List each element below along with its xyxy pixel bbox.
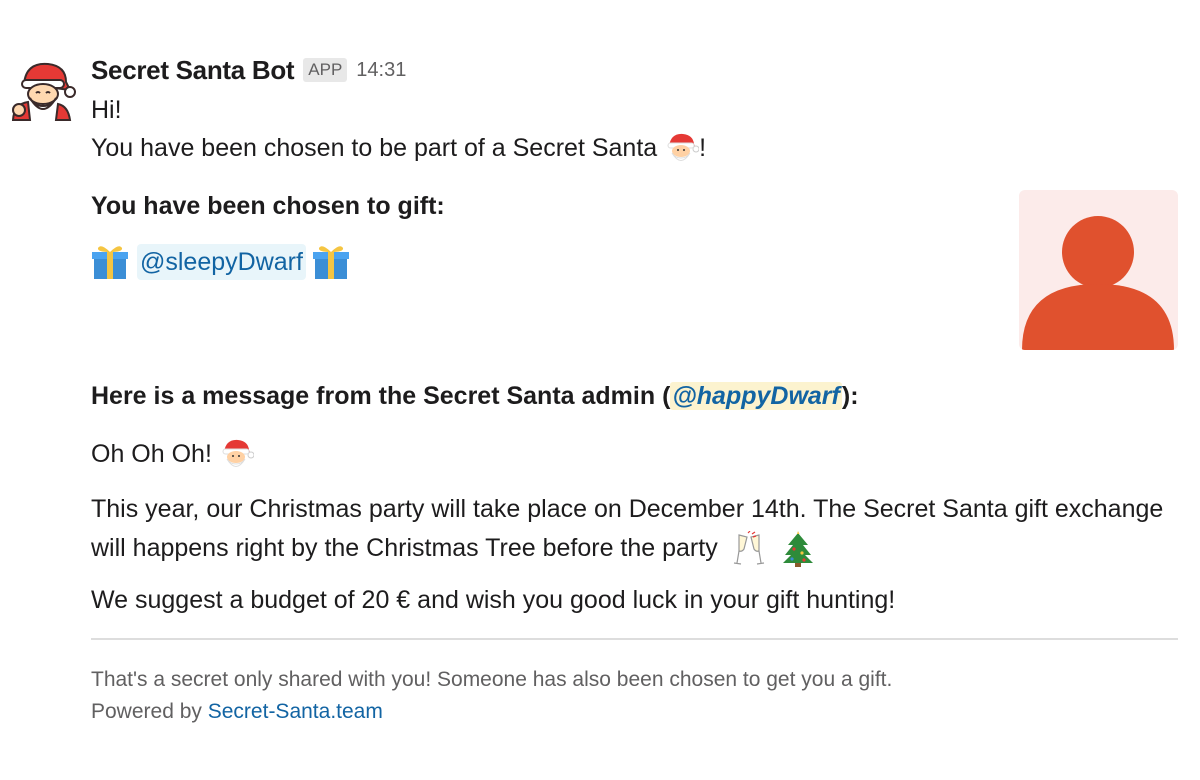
message-content: Secret Santa Bot APP 14:31 Hi! You have …: [91, 54, 1181, 728]
recipient-row: @sleepyDwarf: [91, 242, 1181, 282]
chosen-text: You have been chosen to be part of a Sec…: [91, 134, 658, 162]
santa-icon: [222, 439, 254, 467]
message-header: Secret Santa Bot APP 14:31: [91, 54, 1181, 86]
sender-name[interactable]: Secret Santa Bot: [91, 55, 295, 86]
message-timestamp[interactable]: 14:31: [356, 59, 406, 82]
champagne-icon: [733, 531, 764, 565]
party-paragraph: This year, our Christmas party will take…: [91, 490, 1181, 568]
party-text: This year, our Christmas party will take…: [91, 495, 1164, 562]
admin-greeting-line: Oh Oh Oh!: [91, 436, 1181, 472]
gift-icon: [92, 246, 128, 279]
christmas-tree-icon: [782, 531, 813, 568]
footer-divider: [91, 638, 1178, 640]
bot-message: Secret Santa Bot APP 14:31 Hi! You have …: [0, 0, 1200, 780]
chosen-line: You have been chosen to be part of a Sec…: [91, 130, 1181, 166]
secret-santa-team-link[interactable]: Secret-Santa.team: [208, 700, 383, 723]
gift-icon: [312, 246, 349, 279]
recipient-mention[interactable]: @sleepyDwarf: [137, 244, 306, 280]
admin-greeting: Oh Oh Oh!: [91, 440, 212, 468]
message-footer: That's a secret only shared with you! So…: [91, 664, 1181, 728]
chosen-suffix: !: [699, 134, 707, 162]
admin-header-suffix: ):: [841, 382, 859, 410]
app-badge: APP: [303, 58, 348, 82]
budget-paragraph: We suggest a budget of 20 € and wish you…: [91, 586, 896, 614]
santa-icon: [667, 133, 700, 161]
footer-secret-text: That's a secret only shared with you! So…: [91, 668, 893, 691]
santa-avatar[interactable]: [8, 54, 76, 122]
admin-header-prefix: Here is a message from the Secret Santa …: [91, 382, 671, 410]
gift-header: You have been chosen to gift:: [91, 192, 445, 220]
greeting-text: Hi!: [91, 96, 122, 124]
admin-header: Here is a message from the Secret Santa …: [91, 378, 1181, 414]
powered-by-label: Powered by: [91, 700, 202, 723]
footer-powered-line: Powered by Secret-Santa.team: [91, 696, 1181, 728]
admin-mention[interactable]: @happyDwarf: [670, 382, 842, 410]
